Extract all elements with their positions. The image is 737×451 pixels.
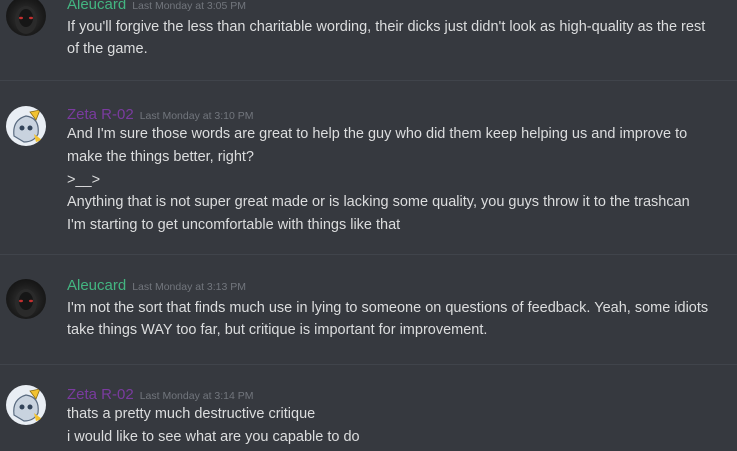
- timestamp: Last Monday at 3:13 PM: [132, 281, 247, 293]
- message-line: Anything that is not super great made or…: [67, 194, 690, 210]
- message-line: i would like to see what are you capable…: [67, 429, 360, 445]
- avatar[interactable]: [6, 106, 46, 146]
- hooded-figure-icon: [15, 289, 37, 317]
- author-name[interactable]: Aleucard: [67, 0, 126, 13]
- author-name[interactable]: Zeta R-02: [67, 386, 134, 403]
- message-group: Zeta R-02 Last Monday at 3:10 PM And I'm …: [0, 81, 737, 254]
- username[interactable]: Aleucard Last Monday at 3:13 PM: [67, 277, 246, 294]
- timestamp: Last Monday at 3:05 PM: [132, 0, 247, 12]
- message-line: I'm starting to get uncomfortable with t…: [67, 217, 401, 233]
- hooded-figure-icon: [15, 6, 37, 34]
- timestamp: Last Monday at 3:14 PM: [139, 390, 254, 402]
- message-group: Aleucard Last Monday at 3:05 PM If you'll…: [0, 0, 737, 80]
- avatar[interactable]: [6, 0, 46, 36]
- author-name[interactable]: Zeta R-02: [67, 106, 134, 123]
- message-line: take things WAY too far, but critique is…: [67, 322, 488, 338]
- timestamp: Last Monday at 3:10 PM: [139, 110, 254, 122]
- avatar[interactable]: [6, 385, 46, 425]
- character-icon: [13, 388, 42, 422]
- character-icon: [13, 109, 42, 143]
- author-name[interactable]: Aleucard: [67, 277, 126, 294]
- message-line: I'm not the sort that finds much use in …: [67, 300, 709, 316]
- username[interactable]: Zeta R-02 Last Monday at 3:14 PM: [67, 386, 254, 403]
- message-group: Aleucard Last Monday at 3:13 PM I'm not t…: [0, 255, 737, 365]
- username[interactable]: Aleucard Last Monday at 3:05 PM: [67, 0, 246, 13]
- message-line: If you'll forgive the less than charitab…: [67, 19, 706, 35]
- message-line: make the things better, right?: [67, 149, 254, 165]
- message-line: >__>: [67, 172, 101, 188]
- message-line: And I'm sure those words are great to he…: [67, 126, 688, 142]
- message-group: Zeta R-02 Last Monday at 3:14 PM thats a …: [0, 365, 737, 451]
- message-line: of the game.: [67, 41, 148, 57]
- message-line: thats a pretty much destructive critique: [67, 406, 316, 422]
- avatar[interactable]: [6, 279, 46, 319]
- username[interactable]: Zeta R-02 Last Monday at 3:10 PM: [67, 106, 254, 123]
